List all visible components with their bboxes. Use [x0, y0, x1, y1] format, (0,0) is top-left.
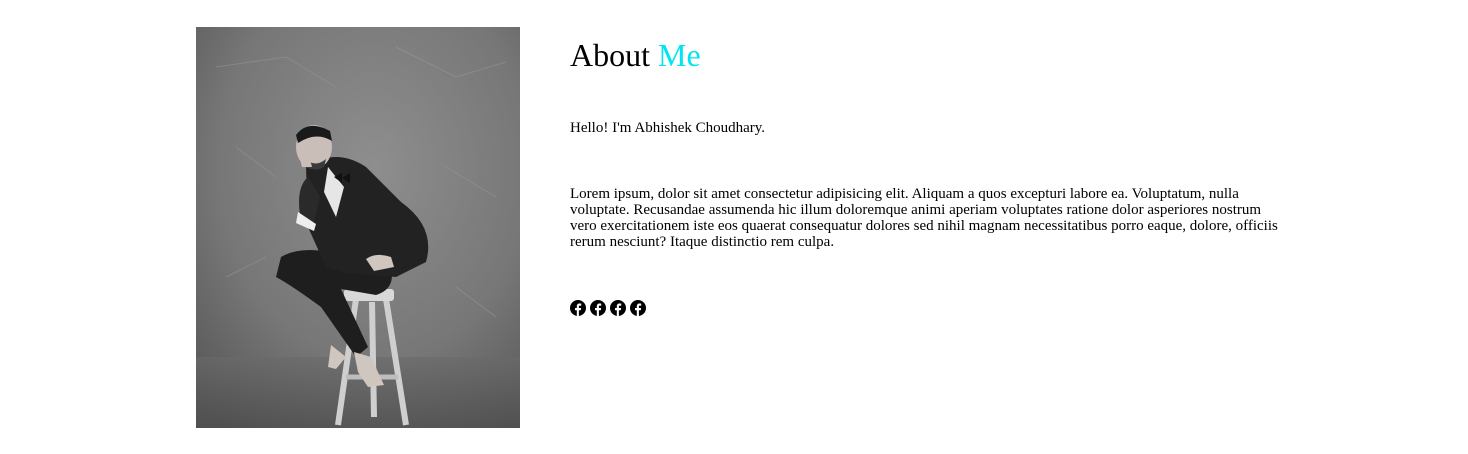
greeting-text: Hello! I'm Abhishek Choudhary.	[570, 120, 766, 136]
facebook-icon	[570, 300, 586, 316]
facebook-link-3[interactable]	[610, 300, 626, 316]
title-accent: Me	[658, 37, 701, 73]
title-main: About	[570, 37, 650, 73]
profile-photo	[196, 27, 520, 428]
page-title: About Me	[570, 27, 1280, 83]
facebook-link-2[interactable]	[590, 300, 606, 316]
facebook-icon	[610, 300, 626, 316]
facebook-icon	[590, 300, 606, 316]
about-section: About Me Hello! I'm Abhishek Choudhary. …	[0, 0, 1468, 454]
facebook-icon	[630, 300, 646, 316]
bio-paragraph: Lorem ipsum, dolor sit amet consectetur …	[570, 186, 1278, 250]
about-content: About Me Hello! I'm Abhishek Choudhary. …	[570, 27, 1280, 316]
facebook-link-4[interactable]	[630, 300, 646, 316]
facebook-link-1[interactable]	[570, 300, 586, 316]
social-links	[570, 300, 646, 316]
